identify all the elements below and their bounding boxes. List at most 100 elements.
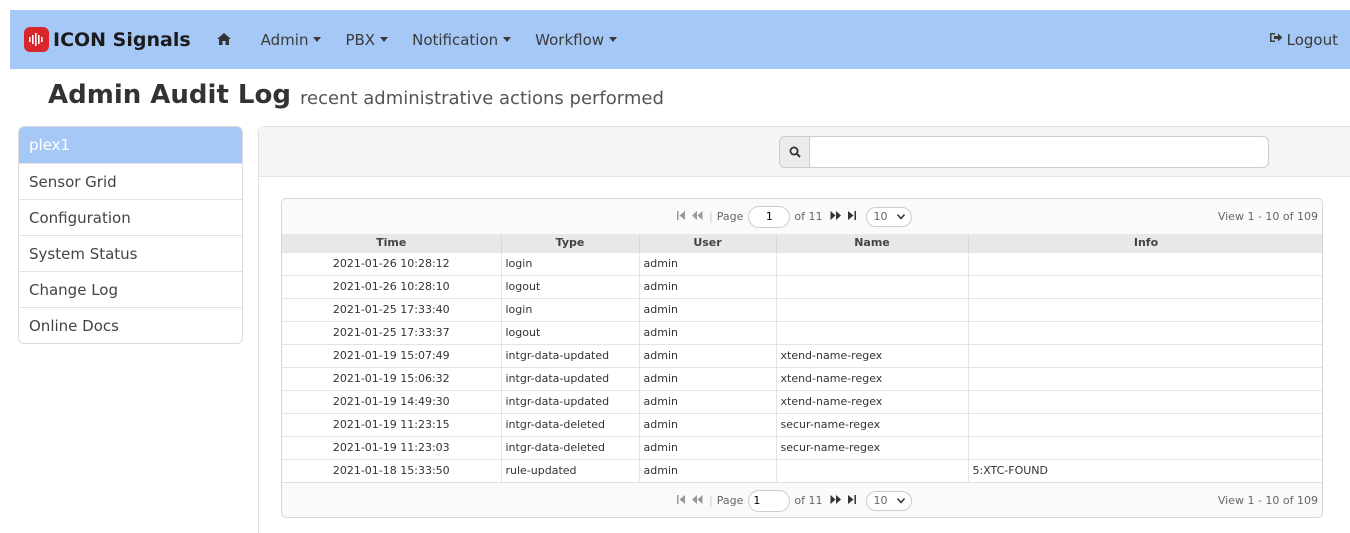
chevron-down-icon — [897, 213, 906, 220]
sidebar-item-system-status[interactable]: System Status — [19, 235, 242, 271]
cell-type: intgr-data-deleted — [501, 435, 640, 459]
nav-admin-label: Admin — [260, 30, 309, 49]
brand-name: ICON Signals — [53, 28, 191, 51]
cell-user: admin — [639, 412, 777, 436]
next-page-icon[interactable] — [830, 210, 842, 223]
page-count: of 11 — [794, 210, 823, 223]
nav-notification-dropdown[interactable]: Notification — [412, 31, 512, 49]
sidebar-item-sensor-grid[interactable]: Sensor Grid — [19, 163, 242, 199]
page-label: Page — [716, 494, 744, 507]
main-panel: | Page of 11 10 View 1 - 10 of 109 — [258, 126, 1350, 533]
page-number-input[interactable] — [748, 205, 791, 228]
brand[interactable]: ICON Signals — [24, 27, 191, 52]
nav-workflow-dropdown[interactable]: Workflow — [535, 30, 618, 49]
cell-time: 2021-01-26 10:28:10 — [282, 274, 502, 298]
table-row[interactable]: 2021-01-18 15:33:50 rule-updated admin 5… — [282, 458, 1322, 482]
column-header-type[interactable]: Type — [501, 234, 640, 252]
table-row[interactable]: 2021-01-19 15:07:49 intgr-data-updated a… — [282, 343, 1322, 367]
nav-pbx-label: PBX — [345, 30, 376, 49]
cell-info: 5:XTC-FOUND — [968, 458, 1322, 482]
cell-info — [968, 297, 1322, 321]
caret-down-icon — [503, 37, 512, 42]
cell-info — [968, 274, 1322, 298]
pager-separator: | — [709, 210, 713, 223]
page-count: of 11 — [794, 494, 823, 507]
logout-button[interactable]: Logout — [1269, 31, 1338, 49]
pager-top: | Page of 11 10 View 1 - 10 of 109 — [282, 199, 1322, 234]
cell-user: admin — [639, 366, 777, 390]
cell-user: admin — [639, 320, 777, 344]
cell-type: login — [501, 251, 640, 275]
column-header-time[interactable]: Time — [282, 234, 502, 252]
nav-pbx-dropdown[interactable]: PBX — [345, 30, 389, 49]
audit-log-grid: | Page of 11 10 View 1 - 10 of 109 — [281, 198, 1323, 518]
sign-out-icon — [1269, 32, 1283, 47]
home-icon[interactable] — [216, 31, 231, 49]
top-navbar: ICON Signals Admin PBX Notification Work… — [10, 10, 1350, 69]
cell-info — [968, 320, 1322, 344]
cell-info — [968, 435, 1322, 459]
table-row[interactable]: 2021-01-19 14:49:30 intgr-data-updated a… — [282, 389, 1322, 413]
record-range: View 1 - 10 of 109 — [1217, 494, 1318, 507]
cell-time: 2021-01-18 15:33:50 — [282, 458, 502, 482]
cell-name: secur-name-regex — [776, 435, 969, 459]
search-icon[interactable] — [779, 136, 809, 168]
cell-info — [968, 389, 1322, 413]
cell-type: intgr-data-updated — [501, 389, 640, 413]
pager-controls: | Page of 11 10 — [677, 483, 913, 517]
table-row[interactable]: 2021-01-26 10:28:10 logout admin — [282, 274, 1322, 298]
cell-name — [776, 320, 969, 344]
column-header-name[interactable]: Name — [776, 234, 969, 252]
cell-user: admin — [639, 274, 777, 298]
nav-workflow-label: Workflow — [535, 30, 605, 49]
cell-name: xtend-name-regex — [776, 366, 969, 390]
sidebar-item-plex1[interactable]: plex1 — [19, 127, 242, 163]
prev-page-icon[interactable] — [692, 210, 703, 223]
caret-down-icon — [380, 37, 389, 42]
cell-time: 2021-01-25 17:33:40 — [282, 297, 502, 321]
prev-page-icon[interactable] — [692, 494, 703, 507]
page-label: Page — [716, 210, 744, 223]
cell-name — [776, 297, 969, 321]
table-row[interactable]: 2021-01-19 11:23:03 intgr-data-deleted a… — [282, 435, 1322, 459]
table-row[interactable]: 2021-01-19 15:06:32 intgr-data-updated a… — [282, 366, 1322, 390]
next-page-icon[interactable] — [830, 494, 842, 507]
cell-name — [776, 274, 969, 298]
nav-admin-dropdown[interactable]: Admin — [261, 31, 322, 49]
table-row[interactable]: 2021-01-19 11:23:15 intgr-data-deleted a… — [282, 412, 1322, 436]
cell-info — [968, 412, 1322, 436]
page-size-select[interactable]: 10 — [866, 206, 913, 227]
sidebar-item-change-log[interactable]: Change Log — [19, 271, 242, 307]
cell-user: admin — [639, 251, 777, 275]
table-row[interactable]: 2021-01-26 10:28:12 login admin — [282, 251, 1322, 275]
page-size-value: 10 — [873, 494, 888, 507]
pager-bottom: | Page of 11 10 View 1 - 10 of 109 — [282, 482, 1322, 517]
search-input[interactable] — [809, 136, 1269, 168]
cell-type: rule-updated — [501, 458, 640, 482]
page-title: Admin Audit Log — [48, 80, 291, 110]
column-header-info[interactable]: Info — [968, 234, 1322, 252]
page-size-value: 10 — [873, 210, 888, 223]
chevron-down-icon — [897, 497, 906, 504]
cell-type: login — [501, 297, 640, 321]
cell-type: logout — [501, 320, 640, 344]
sidebar-item-configuration[interactable]: Configuration — [19, 199, 242, 235]
cell-type: intgr-data-deleted — [501, 412, 640, 436]
first-page-icon[interactable] — [677, 210, 686, 223]
last-page-icon[interactable] — [847, 210, 857, 223]
cell-time: 2021-01-19 11:23:03 — [282, 435, 502, 459]
cell-user: admin — [639, 343, 777, 367]
first-page-icon[interactable] — [677, 494, 686, 507]
page-number-input[interactable] — [748, 489, 791, 512]
sidebar-item-online-docs[interactable]: Online Docs — [19, 307, 242, 343]
search-bar — [259, 127, 1350, 177]
table-row[interactable]: 2021-01-25 17:33:37 logout admin — [282, 320, 1322, 344]
page-size-select[interactable]: 10 — [866, 490, 913, 511]
cell-time: 2021-01-19 11:23:15 — [282, 412, 502, 436]
cell-time: 2021-01-19 15:07:49 — [282, 343, 502, 367]
table-row[interactable]: 2021-01-25 17:33:40 login admin — [282, 297, 1322, 321]
audit-log-table: Time Type User Name Info 2021-01-26 10:2… — [282, 234, 1322, 482]
record-range: View 1 - 10 of 109 — [1217, 210, 1318, 223]
column-header-user[interactable]: User — [639, 234, 777, 252]
last-page-icon[interactable] — [847, 494, 857, 507]
